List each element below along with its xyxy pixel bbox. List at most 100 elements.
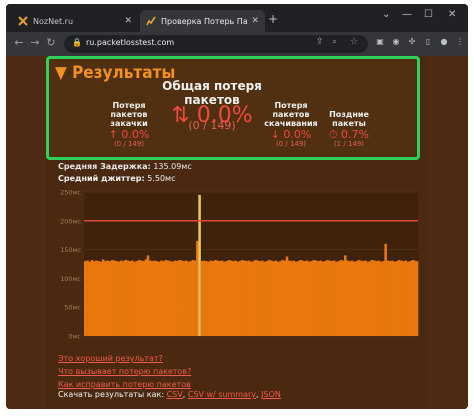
chart-bar [391,260,394,336]
chart-bar [86,260,89,336]
chart-bar [279,261,282,336]
chart-bar [382,261,385,336]
chart-bar [119,260,123,336]
chart-bar [164,259,168,336]
menu-kebab-icon[interactable]: ⋮ [454,37,466,46]
new-tab-icon[interactable]: + [268,12,278,26]
close-window-icon[interactable]: ✕ [448,9,456,20]
chart-bar [135,261,139,336]
chart-bar [187,261,190,336]
download-csv-summary-link[interactable]: CSV w/ summary [188,390,256,399]
tab-packetloss[interactable]: Проверка Потерь Пакетов – Пр ✕ [140,10,265,32]
chart-bar [301,260,304,336]
zoom-icon[interactable]: ⌕ [332,37,337,47]
chart-bar [339,259,343,336]
chart-bar [245,261,248,336]
share-icon[interactable]: ⇪ [316,37,324,47]
chart-bar [348,261,352,336]
chart-bar [175,261,179,336]
chart-bar [169,261,172,336]
chart-bar [149,260,152,336]
url-text: ru.packetlosstest.com [86,38,175,47]
link-causes[interactable]: Что вызывает потерю пакетов? [58,365,191,378]
chart-bar [326,259,329,336]
profile-avatar-icon[interactable]: ● [438,37,450,46]
packetloss-favicon-icon [146,16,156,26]
chart-y-tick-label: 100мс [60,275,81,283]
stat-label: пакеты [332,119,366,128]
chart-bar [99,261,103,336]
chart-bar [267,259,271,336]
chart-bar [160,260,163,336]
chart-bar [263,261,266,336]
chart-bar [413,260,417,336]
chart-bar [117,261,121,336]
download-json-link[interactable]: JSON [261,390,281,399]
extension-badge-icon[interactable]: ◉ [390,37,402,46]
chart-bar [110,259,114,336]
close-tab-icon[interactable]: ✕ [251,16,259,26]
chart-bar [126,260,130,336]
chart-bar [142,261,145,336]
chart-bar [216,260,219,336]
tab-noznet[interactable]: NozNet.ru ✕ [12,10,138,32]
stat-label: Потеря [112,101,146,110]
chart-bar [393,261,396,336]
download-loss-stat: Потеря пакетов скачивания ↓ 0.0% (0 / 14… [259,101,323,149]
chart-bar [409,261,412,336]
stat-label: Общая потеря [162,79,262,93]
chart-bar [341,260,345,336]
back-icon[interactable]: ← [12,36,26,49]
chart-bar [361,261,365,336]
chevron-down-icon[interactable]: ⌄ [382,9,390,20]
chart-bar [128,261,132,336]
chart-bar [131,260,134,336]
extensions-puzzle-icon[interactable]: ✣ [406,37,418,46]
stat-label: Поздние [329,110,369,119]
chart-y-tick-label: 250мс [60,189,81,197]
maximize-icon[interactable]: ☐ [424,9,433,20]
chart-bar [294,261,298,336]
chart-bar [236,261,239,336]
link-good-result[interactable]: Это хороший результат? [58,352,191,365]
chart-bar [252,261,255,336]
chart-bar [166,260,170,336]
chart-bar [106,260,109,336]
chart-bar [319,260,322,336]
stat-label: пакетов [272,110,310,119]
forward-icon[interactable]: → [28,36,42,49]
chart-bar [218,261,222,336]
page-viewport: ▼ Результаты Потеря пакетов закачки ↑ 0.… [6,56,468,409]
close-tab-icon[interactable]: ✕ [124,16,132,26]
chart-bar [281,259,284,336]
chart-bar [384,243,387,336]
minimize-icon[interactable]: — [402,9,412,20]
extension-icon[interactable]: ▣ [374,37,386,46]
help-links: Это хороший результат? Что вызывает поте… [58,352,191,391]
chart-bar [101,259,105,336]
chart-bar [344,255,347,336]
chart-bar [202,260,206,336]
chart-bar [303,261,307,336]
chart-y-tick-label: 0мс [68,333,81,341]
chart-bar [357,259,361,336]
reload-icon[interactable]: ↻ [44,36,58,49]
chart-bar [335,261,338,336]
chart-bar [312,259,316,336]
chart-bar [397,259,401,336]
chart-bar [227,259,231,336]
chart-bar [209,260,213,336]
chart-bar [171,261,174,336]
chart-bar [133,261,136,336]
chart-bar [368,261,372,336]
address-bar[interactable]: 🔒 ru.packetlosstest.com ⇪ ⌕ ☆ [64,35,368,53]
bookmark-star-icon[interactable]: ☆ [350,37,358,47]
chart-bar [364,260,367,336]
chart-bar [411,259,414,336]
chart-bar [283,260,287,336]
chart-bar [373,260,376,336]
stat-label: Потеря [274,101,308,110]
chart-bar [400,260,403,336]
split-view-icon[interactable]: ▯ [422,37,434,46]
download-csv-link[interactable]: CSV [167,390,183,399]
